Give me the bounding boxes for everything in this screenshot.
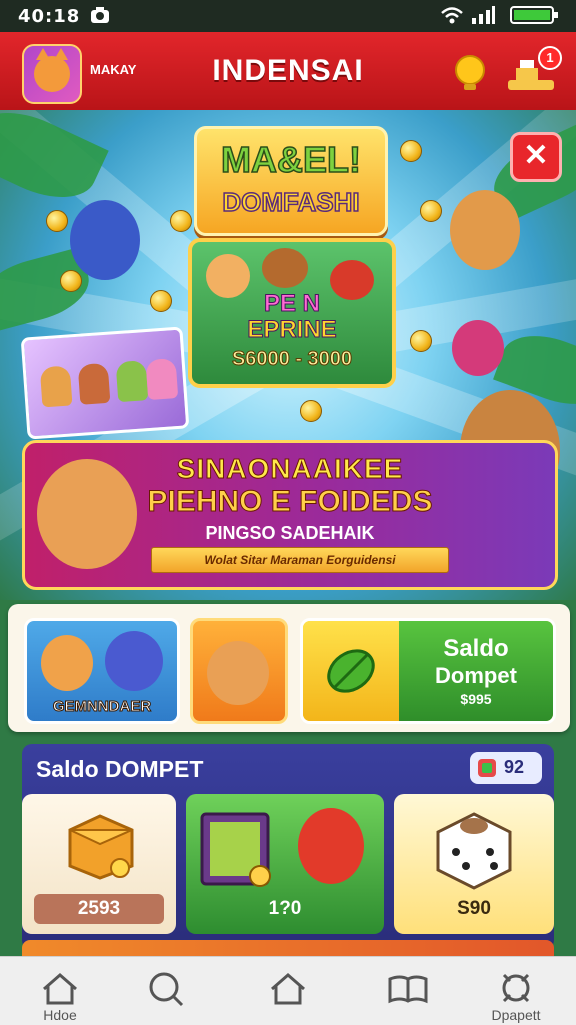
wallet-tile-line2: Dompet <box>435 663 517 688</box>
wallet-card[interactable]: S90 <box>394 794 554 934</box>
coin-icon <box>170 210 192 232</box>
quick-tiles-panel: GEMNNDAER Saldo Dompet $995 <box>8 604 570 732</box>
book-icon <box>388 975 428 1004</box>
coin-icon <box>150 290 172 312</box>
wallet-card-value: 1?0 <box>268 898 302 919</box>
wallet-card[interactable]: 1?0 <box>186 794 384 934</box>
red-fox-icon <box>298 808 364 884</box>
coin-icon <box>300 400 322 422</box>
lightbulb-icon[interactable] <box>452 54 488 99</box>
wallet-section: Saldo DOMPET 92 2593 1?0 S90 <box>22 744 554 950</box>
coin-icon <box>46 210 68 232</box>
nav-wallet[interactable]: Dpapett <box>466 965 566 1023</box>
app-title: INDENSAI <box>212 54 364 87</box>
dice-icon <box>432 808 516 897</box>
dog-character-icon <box>262 248 308 288</box>
camera-icon <box>90 6 110 28</box>
status-time: 40:18 <box>18 6 81 27</box>
coin-icon <box>410 330 432 352</box>
app-header: MAKAY INDENSAI 1 <box>0 32 576 110</box>
nav-label: Hdoe <box>43 1007 77 1023</box>
pink-creature-icon <box>452 320 504 376</box>
promo-line2: PIEHNO E FOIDEDS <box>147 485 433 519</box>
prize-line2: EPRINE <box>247 316 337 344</box>
wallet-badge-value: 92 <box>504 757 525 777</box>
raccoon-character-icon <box>105 631 163 691</box>
logo-line1: MA&EL! <box>220 138 361 181</box>
tile-caption: GEMNNDAER <box>52 698 152 716</box>
coin-icon <box>400 140 422 162</box>
search-icon <box>149 972 184 1007</box>
raccoon-character-icon <box>70 200 140 280</box>
treasure-box-icon <box>60 808 140 885</box>
notification-badge: 1 <box>538 46 562 70</box>
wizard-fox-icon <box>450 190 520 270</box>
characters-card <box>20 326 190 440</box>
gem-icon <box>476 757 498 784</box>
prize-line1: PE N <box>263 290 320 318</box>
prize-amount: S6000 - 3000 <box>231 348 353 371</box>
wallet-badge[interactable]: 92 <box>470 752 542 784</box>
coin-icon <box>60 270 82 292</box>
nav-book[interactable] <box>358 965 458 1023</box>
fox-character-icon <box>207 641 269 705</box>
close-button[interactable]: ✕ <box>510 132 562 182</box>
wallet-tile-line1: Saldo <box>443 635 509 662</box>
wallet-card-value: 2593 <box>34 894 164 924</box>
home-icon <box>43 973 77 1005</box>
game-logo: MA&EL! DOMFASHI <box>194 126 388 236</box>
prize-box: PE N EPRINE S6000 - 3000 <box>188 238 396 388</box>
leaf-icon <box>323 643 379 704</box>
fox-character-icon <box>41 635 93 691</box>
promo-line3: PINGSO SADEHAIK <box>205 523 375 543</box>
bottom-nav: Hdoe Dpapett <box>0 956 576 1025</box>
fox-game-tile[interactable] <box>190 618 288 724</box>
wallet-section-title: Saldo DOMPET <box>36 756 204 782</box>
characters-tile[interactable]: GEMNNDAER <box>24 618 180 724</box>
promo-banner[interactable]: ✕ MA&EL! DOMFASHI PE N EPRINE S6000 - 30… <box>0 110 576 600</box>
wallet-tile-amount: $995 <box>460 691 492 707</box>
promo-ribbon: Wolat Sitar Maraman Eorguidensi <box>151 547 449 573</box>
battery-icon <box>510 5 560 29</box>
nav-home[interactable]: Hdoe <box>10 965 110 1023</box>
nav-label: Dpapett <box>491 1007 541 1023</box>
nav-search[interactable] <box>116 965 216 1023</box>
promo-line1: SINAONAAIKEE <box>176 453 404 485</box>
wifi-icon <box>440 5 464 29</box>
promo-card[interactable]: SINAONAAIKEE PIEHNO E FOIDEDS PINGSO SAD… <box>22 440 558 590</box>
wallet-balance-tile[interactable]: Saldo Dompet $995 <box>300 618 556 724</box>
mystery-game-icon <box>196 806 276 895</box>
logo-line2: DOMFASHI <box>222 186 361 218</box>
nav-house[interactable] <box>238 965 338 1023</box>
wallet-icon <box>502 973 530 1003</box>
status-bar: 40:18 <box>0 0 576 32</box>
coin-icon <box>420 200 442 222</box>
wallet-card[interactable]: 2593 <box>22 794 176 934</box>
house-icon <box>271 973 305 1005</box>
signal-icon <box>470 5 496 29</box>
wallet-card-value: S90 <box>457 898 491 919</box>
